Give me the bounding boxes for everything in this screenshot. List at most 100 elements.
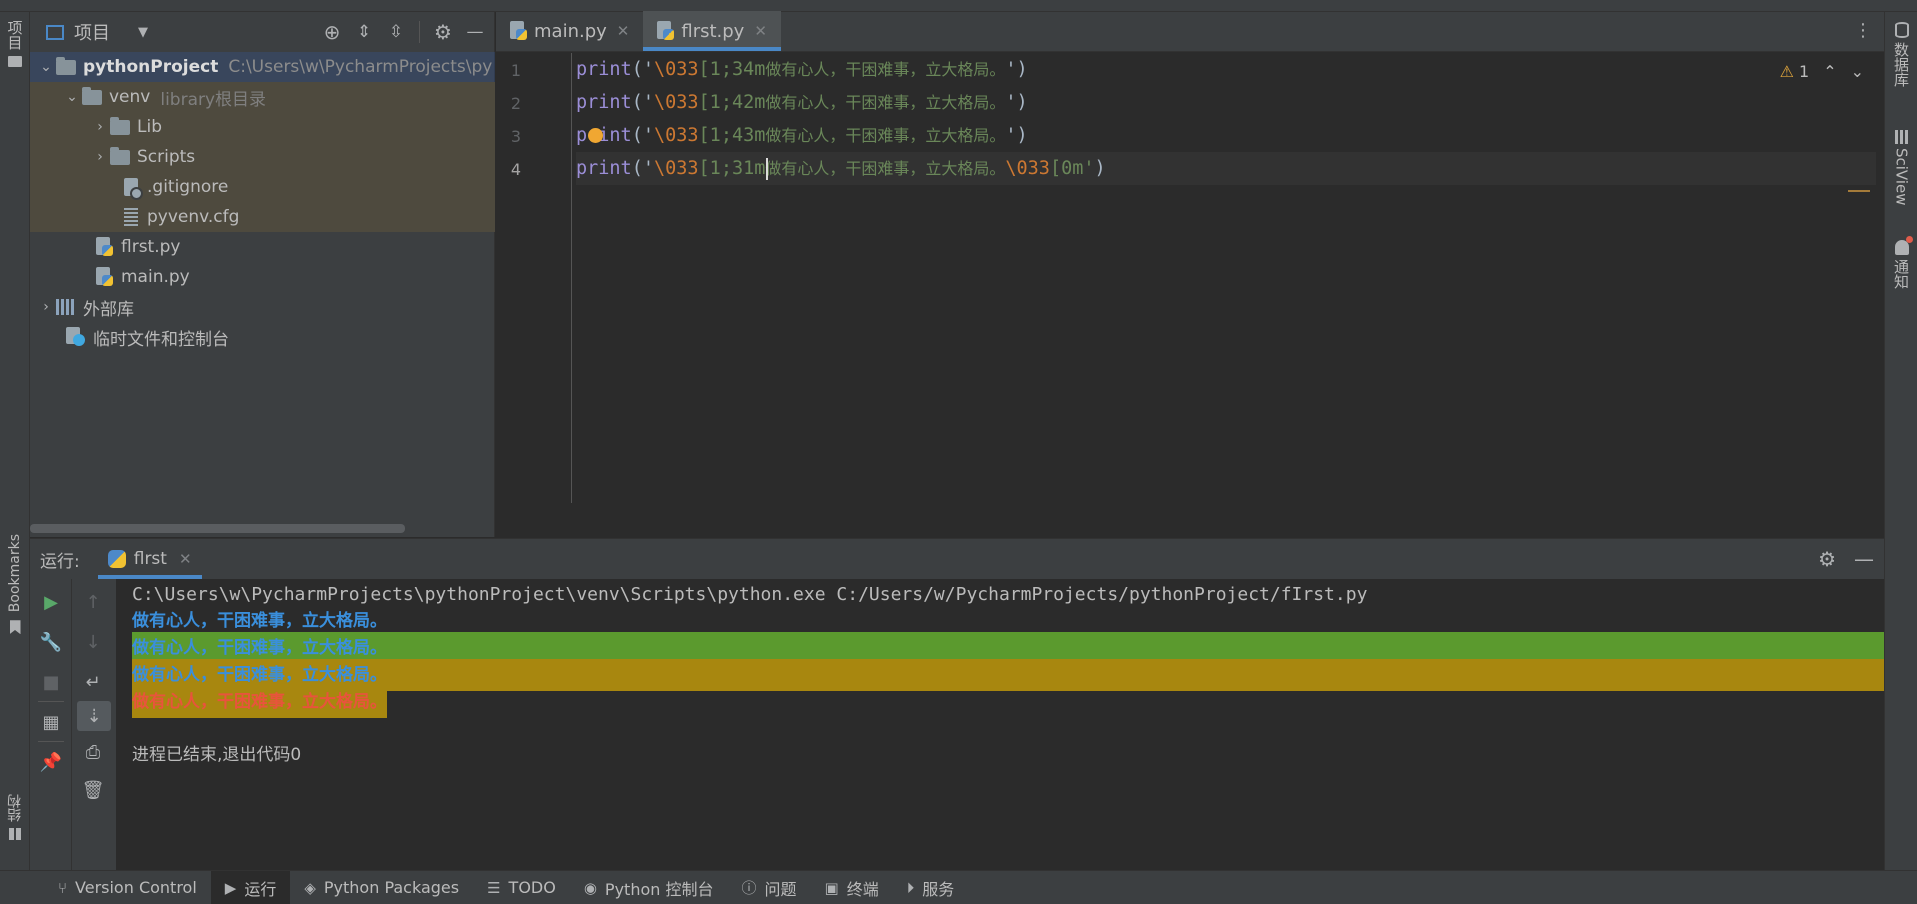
editor: main.py ✕ flrst.py ✕ ⋮ 1 2 3 4 print('\0… xyxy=(496,11,1884,537)
tree-item-path: C:\Users\w\PycharmProjects\py xyxy=(228,57,493,77)
toolwindow-version-control[interactable]: ⑂ Version Control xyxy=(44,871,211,904)
toolwindow-todo[interactable]: ☰ TODO xyxy=(473,871,570,904)
code-line[interactable]: print('\033[1;43m做有心人，干困难事，立大格局。') xyxy=(576,119,1876,152)
project-view-selector[interactable]: 项目 xyxy=(74,19,110,45)
arrow-down-icon[interactable]: ↓ xyxy=(72,627,114,657)
console-output-line: 做有心人，干困难事，立大格局。 xyxy=(132,686,387,718)
title-strip xyxy=(0,0,1917,12)
python-file-icon xyxy=(96,267,114,287)
tree-item-label: 临时文件和控制台 xyxy=(93,329,229,350)
code-string: [0m' xyxy=(1049,158,1095,179)
scroll-to-end-icon[interactable]: ⇣ xyxy=(77,701,111,731)
code-line-current[interactable]: print('\033[1;31m做有心人，干困难事，立大格局。\033[0m'… xyxy=(576,152,1876,185)
line-number: 3 xyxy=(510,127,522,146)
close-icon[interactable]: ✕ xyxy=(617,22,630,40)
collapse-all-icon[interactable]: ⇳ xyxy=(385,21,407,43)
sciview-tool-tab[interactable]: SciView xyxy=(1885,130,1917,206)
soft-wrap-icon[interactable]: ↵ xyxy=(72,667,114,697)
chevron-right-icon[interactable]: › xyxy=(36,299,56,315)
code-string: 做有心人，干困难事，立大格局。 xyxy=(765,126,1006,145)
rerun-icon[interactable]: ▶ xyxy=(30,587,72,617)
line-number: 2 xyxy=(510,94,522,113)
layout-icon[interactable]: ▦ xyxy=(30,707,72,737)
tree-item-external-libraries[interactable]: › 外部库 xyxy=(30,292,495,322)
config-file-icon xyxy=(124,208,138,226)
database-tool-tab[interactable]: 数据库 xyxy=(1885,22,1917,87)
gear-icon[interactable]: ⚙ xyxy=(1818,547,1836,571)
notifications-tool-tab[interactable]: 通知 xyxy=(1885,236,1917,289)
chevron-down-icon[interactable]: ▼ xyxy=(138,25,148,40)
tab-main-py[interactable]: main.py ✕ xyxy=(496,11,643,51)
inspection-widget[interactable]: ⚠ 1 ⌃ ⌄ xyxy=(1780,62,1864,81)
line-number: 4 xyxy=(510,160,522,179)
code-line[interactable]: print('\033[1;34m做有心人，干困难事，立大格局。') xyxy=(576,53,1876,86)
horizontal-scrollbar[interactable] xyxy=(30,524,405,533)
toolwindow-label: 运行 xyxy=(244,879,277,899)
chevron-down-icon[interactable]: ⌄ xyxy=(1851,62,1864,81)
chevron-up-icon[interactable]: ⌃ xyxy=(1823,62,1836,81)
folder-icon xyxy=(8,56,22,67)
code-keyword: print xyxy=(576,158,632,179)
project-tool-tab[interactable]: 项目 xyxy=(0,20,30,67)
toolwindow-label: Version Control xyxy=(75,878,197,897)
warning-count: 1 xyxy=(1799,62,1810,81)
locate-file-icon[interactable]: ⊕ xyxy=(321,20,343,44)
toolwindow-label: 终端 xyxy=(846,879,879,899)
toolwindow-services[interactable]: ⏵ 服务 xyxy=(893,871,969,904)
close-icon[interactable]: ✕ xyxy=(179,550,192,568)
list-icon: ☰ xyxy=(487,878,501,897)
toolwindow-run[interactable]: ▶ 运行 xyxy=(210,870,291,904)
tree-item-pyvenv-cfg[interactable]: pyvenv.cfg xyxy=(30,202,495,232)
hide-panel-icon[interactable]: — xyxy=(464,21,486,43)
tree-item-label: Scripts xyxy=(137,147,196,167)
tree-item-flrst-py[interactable]: flrst.py xyxy=(30,232,495,262)
close-icon[interactable]: ✕ xyxy=(754,22,767,40)
toolwindow-terminal[interactable]: ▣ 终端 xyxy=(811,871,893,904)
tree-item-scripts[interactable]: › Scripts xyxy=(30,142,495,172)
code-string: 做有心人，干困难事，立大格局。 xyxy=(765,60,1006,79)
tree-item-venv[interactable]: ⌄ venv library根目录 xyxy=(30,82,495,112)
trash-icon[interactable]: 🗑 xyxy=(72,775,114,805)
toolwindow-python-packages[interactable]: ◈ Python Packages xyxy=(290,871,473,904)
wrench-icon[interactable]: 🔧 xyxy=(30,627,72,657)
chevron-down-icon[interactable]: ⌄ xyxy=(36,59,56,75)
project-panel-header: 项目 ▼ ⊕ ⇕ ⇳ ⚙ — xyxy=(30,12,494,52)
gear-icon[interactable]: ⚙ xyxy=(432,20,454,44)
code-escape: \033 xyxy=(653,158,699,179)
console-output[interactable]: C:\Users\w\PycharmProjects\pythonProject… xyxy=(116,579,1884,871)
tree-item-pythonProject[interactable]: ⌄ pythonProject C:\Users\w\PycharmProjec… xyxy=(30,52,495,82)
code-string: [1;31m xyxy=(698,158,766,179)
stop-icon[interactable]: ■ xyxy=(30,667,72,697)
lightbulb-icon[interactable] xyxy=(588,128,603,143)
toolwindow-label: 服务 xyxy=(922,879,955,899)
code-area[interactable]: print('\033[1;34m做有心人，干困难事，立大格局。') print… xyxy=(576,53,1876,503)
tree-item-lib[interactable]: › Lib xyxy=(30,112,495,142)
tree-item-main-py[interactable]: main.py xyxy=(30,262,495,292)
tree-item-scratches[interactable]: 临时文件和控制台 xyxy=(30,322,495,352)
right-tool-strip: 数据库 SciView 通知 xyxy=(1884,12,1917,870)
tree-item-label: pyvenv.cfg xyxy=(147,207,240,227)
python-file-icon xyxy=(657,21,675,41)
toolwindow-python-console[interactable]: ◉ Python 控制台 xyxy=(570,871,728,904)
chevron-down-icon[interactable]: ⌄ xyxy=(62,89,82,105)
pin-icon[interactable]: 📌 xyxy=(30,747,72,777)
arrow-up-icon[interactable]: ↑ xyxy=(72,587,114,617)
tree-item-label: Lib xyxy=(137,117,162,137)
tree-item-gitignore[interactable]: .gitignore xyxy=(30,172,495,202)
chevron-right-icon[interactable]: › xyxy=(90,149,110,165)
code-keyword: print xyxy=(576,125,632,146)
hide-panel-icon[interactable]: — xyxy=(1854,547,1874,571)
expand-all-icon[interactable]: ⇕ xyxy=(353,21,375,43)
toolwindow-problems[interactable]: ⓘ 问题 xyxy=(727,871,810,904)
bookmarks-tool-tab[interactable]: Bookmarks xyxy=(0,534,30,635)
code-line[interactable]: print('\033[1;42m做有心人，干困难事，立大格局。') xyxy=(576,86,1876,119)
tab-flrst-py[interactable]: flrst.py ✕ xyxy=(643,11,781,51)
console-output-line: 做有心人，干困难事，立大格局。 xyxy=(132,659,1884,691)
error-stripe-mark[interactable] xyxy=(1848,190,1870,192)
chevron-right-icon[interactable]: › xyxy=(90,119,110,135)
run-tab-flrst[interactable]: flrst ✕ xyxy=(97,539,202,579)
more-vertical-icon[interactable]: ⋮ xyxy=(1854,20,1872,41)
scratch-file-icon xyxy=(66,327,86,347)
print-icon[interactable]: ⎙ xyxy=(72,737,114,767)
structure-tool-tab[interactable]: 结构 xyxy=(0,794,30,840)
